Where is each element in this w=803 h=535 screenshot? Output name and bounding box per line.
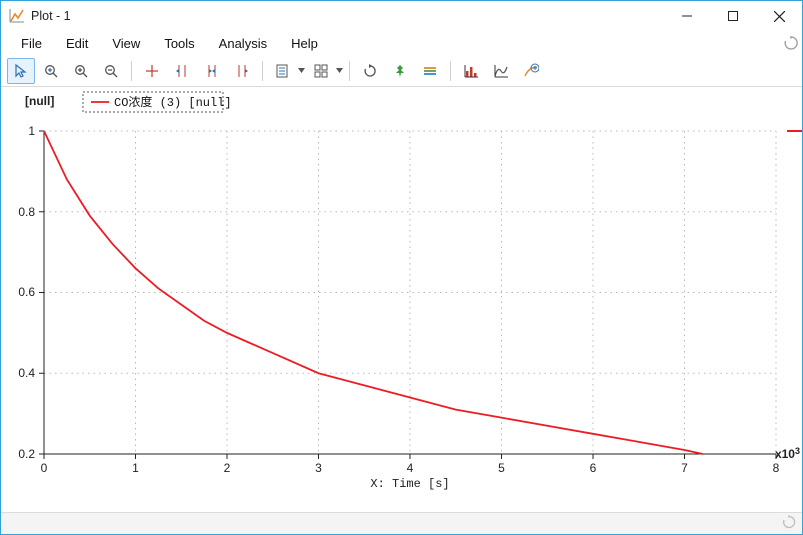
menu-analysis[interactable]: Analysis — [207, 31, 279, 55]
svg-text:0.2: 0.2 — [18, 447, 35, 461]
marker-left-button[interactable] — [168, 58, 196, 84]
svg-text:7: 7 — [681, 461, 688, 475]
svg-text:0.6: 0.6 — [18, 285, 35, 299]
maximize-button[interactable] — [710, 1, 756, 31]
toolbar-separator — [262, 61, 263, 81]
toolbar-separator — [349, 61, 350, 81]
zoom-out-button[interactable] — [97, 58, 125, 84]
reload-button[interactable] — [356, 58, 384, 84]
svg-text:1: 1 — [28, 124, 35, 138]
menu-edit[interactable]: Edit — [54, 31, 100, 55]
toolbar-separator — [450, 61, 451, 81]
y-tick-labels: 0.2 0.4 0.6 0.8 1 — [18, 124, 35, 461]
legend: CO浓度 (3) [null] — [83, 92, 232, 112]
x-exponent-label: x103 — [775, 446, 800, 461]
menu-file[interactable]: File — [9, 31, 54, 55]
menu-help[interactable]: Help — [279, 31, 330, 55]
marker-right-button[interactable] — [228, 58, 256, 84]
add-plot-button[interactable] — [517, 58, 545, 84]
grid-layout-dropdown[interactable] — [335, 68, 343, 73]
plot-svg: [null] CO浓度 (3) [null] — [1, 87, 802, 510]
plot-area[interactable]: [null] CO浓度 (3) [null] — [1, 87, 802, 510]
pointer-tool-button[interactable] — [7, 58, 35, 84]
data-series-line — [44, 131, 703, 454]
svg-text:5: 5 — [498, 461, 505, 475]
legend-label: CO浓度 (3) [null] — [114, 94, 232, 110]
curve-tool-button[interactable] — [487, 58, 515, 84]
svg-text:0.8: 0.8 — [18, 205, 35, 219]
zoom-region-button[interactable] — [37, 58, 65, 84]
svg-text:4: 4 — [407, 461, 414, 475]
histogram-button[interactable] — [457, 58, 485, 84]
pin-button[interactable] — [386, 58, 414, 84]
minimize-button[interactable] — [664, 1, 710, 31]
title-bar: Plot - 1 — [1, 1, 802, 31]
status-bar — [1, 512, 802, 534]
svg-text:0.4: 0.4 — [18, 366, 35, 380]
marker-both-button[interactable] — [198, 58, 226, 84]
zoom-in-button[interactable] — [67, 58, 95, 84]
refresh-icon[interactable] — [780, 31, 802, 55]
x-tick-labels: 0 1 2 3 4 5 6 7 8 — [41, 461, 780, 475]
x-ticks — [44, 454, 776, 459]
status-refresh-icon[interactable] — [782, 515, 796, 532]
crosshair-button[interactable] — [138, 58, 166, 84]
svg-text:8: 8 — [773, 461, 780, 475]
close-button[interactable] — [756, 1, 802, 31]
toolbar-separator — [131, 61, 132, 81]
svg-text:6: 6 — [590, 461, 597, 475]
app-icon — [9, 8, 25, 24]
x-axis-label: X: Time [s] — [370, 477, 449, 491]
y-ticks — [39, 131, 44, 454]
window-title: Plot - 1 — [31, 9, 71, 23]
properties-dropdown[interactable] — [297, 68, 305, 73]
svg-text:1: 1 — [132, 461, 139, 475]
svg-text:2: 2 — [224, 461, 231, 475]
grid-horizontal — [44, 131, 776, 454]
menu-view[interactable]: View — [100, 31, 152, 55]
y-axis-unit-label: [null] — [25, 94, 54, 108]
svg-text:3: 3 — [315, 461, 322, 475]
layers-button[interactable] — [416, 58, 444, 84]
menu-bar: File Edit View Tools Analysis Help — [1, 31, 802, 55]
properties-button[interactable] — [269, 58, 297, 84]
menu-tools[interactable]: Tools — [152, 31, 206, 55]
toolbar — [1, 55, 802, 87]
grid-layout-button[interactable] — [307, 58, 335, 84]
svg-text:0: 0 — [41, 461, 48, 475]
